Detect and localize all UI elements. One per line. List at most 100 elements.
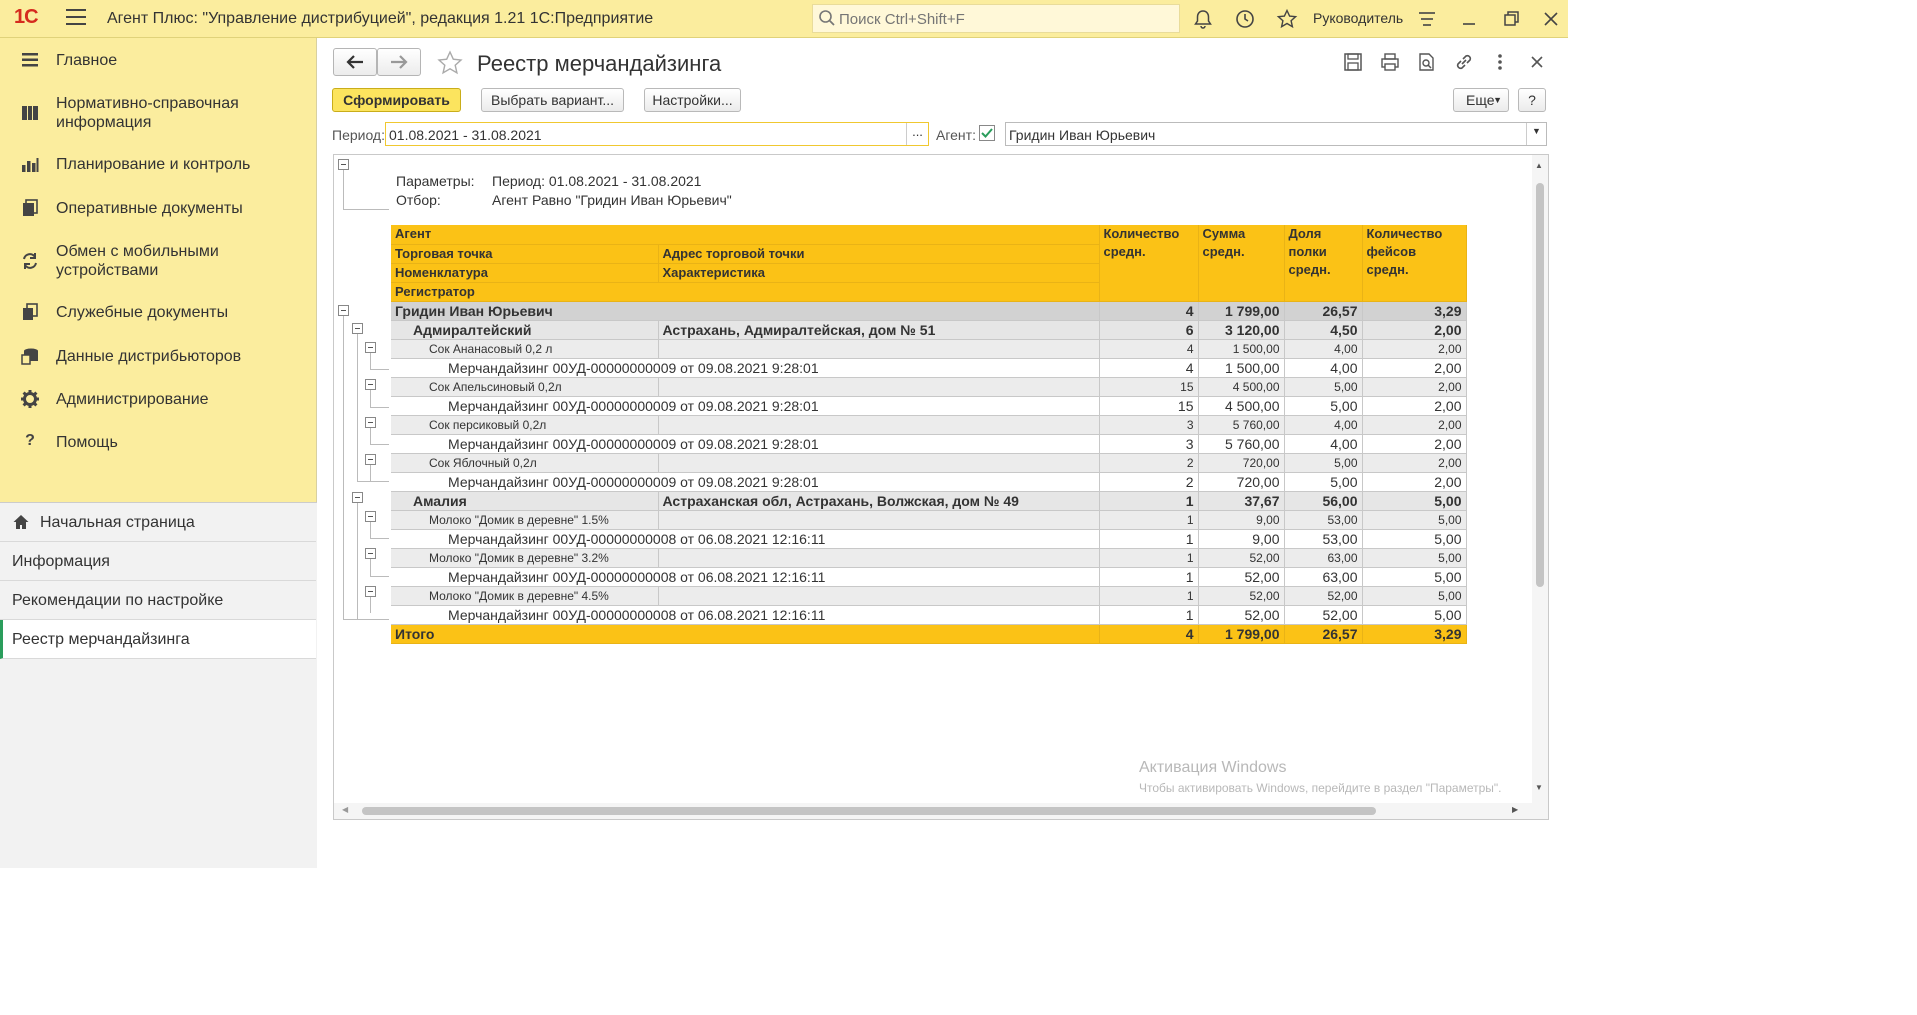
arrow-left-icon [346, 55, 363, 69]
item-group-row[interactable]: Сок Яблочный 0,2л 2 720,00 5,00 2,00 [391, 453, 1467, 473]
registrar-document-row[interactable]: Мерчандайзинг 00УД-00000000009 от 09.08.… [391, 396, 1467, 416]
header-row: Агент Количество средн. Сумма средн. Доля п… [391, 225, 1467, 302]
sidebar-item-label: Служебные документы [56, 304, 229, 321]
forward-button[interactable] [377, 48, 421, 76]
header-characteristic: Характеристика [658, 263, 1100, 283]
period-field[interactable]: 01.08.2021 - 31.08.2021 ... [385, 122, 929, 146]
sidebar-item-administration[interactable]: Администрирование [0, 387, 317, 411]
registrar-document-row[interactable]: Мерчандайзинг 00УД-00000000008 от 06.08.… [391, 605, 1467, 625]
agent-filter-checkbox[interactable] [979, 125, 995, 141]
sidebar-item-help[interactable]: ? Помощь [0, 430, 317, 454]
collapse-item-toggle[interactable] [365, 417, 376, 428]
sidebar-item-reference-info[interactable]: Нормативно-справочная информация [0, 92, 317, 134]
collapse-item-toggle[interactable] [365, 454, 376, 465]
bell-icon[interactable] [1192, 8, 1214, 30]
total-row: Итого 4 1 799,00 26,57 3,29 [391, 624, 1467, 644]
settings-button[interactable]: Настройки... [644, 88, 741, 112]
collapse-params-toggle[interactable] [338, 159, 349, 170]
scroll-up-icon[interactable]: ▲ [1535, 161, 1543, 170]
collapse-item-toggle[interactable] [365, 379, 376, 390]
report-area[interactable]: Параметры: Период: 01.08.2021 - 31.08.20… [333, 154, 1549, 820]
header-qty: Количество средн. [1099, 225, 1199, 302]
collapse-item-toggle[interactable] [365, 342, 376, 353]
collapse-item-toggle[interactable] [365, 511, 376, 522]
more-vertical-icon[interactable] [1492, 52, 1508, 72]
collapse-outlet-toggle[interactable] [352, 323, 363, 334]
sidebar-item-mobile-exchange[interactable]: Обмен с мобильными устройствами [0, 240, 317, 282]
agent-value: Гридин Иван Юрьевич [1009, 127, 1156, 143]
scroll-right-icon[interactable]: ▶ [1512, 805, 1518, 814]
registrar-document-row[interactable]: Мерчандайзинг 00УД-00000000008 от 06.08.… [391, 529, 1467, 549]
vertical-scrollbar[interactable]: ▲ ▼ [1532, 155, 1548, 803]
outlet-group-row[interactable]: Адмиралтейский Астрахань, Адмиралтейская… [391, 320, 1467, 340]
print-icon[interactable] [1380, 52, 1400, 72]
favorite-star-icon[interactable] [436, 49, 464, 77]
more-button[interactable]: Еще ▼ [1453, 88, 1509, 112]
generate-button[interactable]: Сформировать [332, 88, 461, 112]
horizontal-scrollbar[interactable]: ◀ ▶ [334, 803, 1548, 819]
sidebar-item-service-docs[interactable]: Служебные документы [0, 300, 317, 324]
help-button[interactable]: ? [1518, 88, 1546, 112]
registrar-document-row[interactable]: Мерчандайзинг 00УД-00000000009 от 09.08.… [391, 434, 1467, 454]
main-menu-icon[interactable] [66, 9, 86, 27]
header-outlet-address: Адрес торговой точки [658, 244, 1100, 264]
window-label: Информация [12, 553, 110, 570]
sidebar-item-operational-docs[interactable]: Оперативные документы [0, 196, 317, 220]
header-facings: Количество фейсов средн. [1362, 225, 1467, 302]
link-icon[interactable] [1454, 52, 1474, 72]
outlet-group-row[interactable]: Амалия Астраханская обл, Астрахань, Волж… [391, 491, 1467, 511]
window-merchandising-registry[interactable]: Реестр мерчандайзинга [0, 620, 316, 659]
settings-lines-icon[interactable] [1416, 8, 1438, 30]
favorites-star-icon[interactable] [1276, 8, 1298, 30]
item-group-row[interactable]: Молоко "Домик в деревне" 3.2% 1 52,00 63… [391, 548, 1467, 568]
horizontal-scroll-thumb[interactable] [362, 807, 1376, 815]
print-preview-icon[interactable] [1417, 52, 1437, 72]
window-information[interactable]: Информация [0, 542, 316, 581]
sidebar-item-label: Главное [56, 52, 118, 69]
history-icon[interactable] [1234, 8, 1256, 30]
period-select-button[interactable]: ... [906, 123, 928, 145]
minimize-icon[interactable] [1458, 8, 1480, 30]
item-group-row[interactable]: Молоко "Домик в деревне" 4.5% 1 52,00 52… [391, 586, 1467, 606]
item-group-row[interactable]: Сок Апельсиновый 0,2л 15 4 500,00 5,00 2… [391, 377, 1467, 397]
restore-window-icon[interactable] [1500, 8, 1522, 30]
close-icon[interactable] [1529, 54, 1545, 70]
sidebar-item-distributor-data[interactable]: Данные дистрибьюторов [0, 344, 317, 368]
scroll-down-icon[interactable]: ▼ [1535, 783, 1543, 792]
registrar-document-row[interactable]: Мерчандайзинг 00УД-00000000009 от 09.08.… [391, 358, 1467, 378]
registrar-document-row[interactable]: Мерчандайзинг 00УД-00000000009 от 09.08.… [391, 472, 1467, 492]
database-icon [21, 348, 38, 365]
scroll-left-icon[interactable]: ◀ [342, 805, 348, 814]
agent-dropdown-button[interactable]: ▼ [1526, 123, 1546, 145]
collapse-item-toggle[interactable] [365, 586, 376, 597]
current-user[interactable]: Руководитель [1313, 10, 1403, 26]
sidebar-item-planning[interactable]: Планирование и контроль [0, 152, 317, 176]
item-group-row[interactable]: Сок Ананасовый 0,2 л 4 1 500,00 4,00 2,0… [391, 339, 1467, 359]
save-icon[interactable] [1343, 52, 1363, 72]
global-search[interactable] [812, 4, 1180, 33]
sync-icon [23, 253, 37, 269]
close-window-icon[interactable] [1540, 8, 1562, 30]
vertical-scroll-thumb[interactable] [1536, 183, 1544, 587]
collapse-item-toggle[interactable] [365, 548, 376, 559]
item-group-row[interactable]: Молоко "Домик в деревне" 1.5% 1 9,00 53,… [391, 510, 1467, 530]
collapse-agent-toggle[interactable] [338, 305, 349, 316]
window-home-page[interactable]: Начальная страница [0, 503, 316, 542]
back-button[interactable] [333, 48, 377, 76]
hamburger-list-icon [22, 53, 38, 67]
window-label: Начальная страница [40, 514, 195, 531]
sidebar-item-main[interactable]: Главное [0, 48, 317, 72]
params-value: Период: 01.08.2021 - 31.08.2021 [492, 173, 702, 189]
collapse-outlet-toggle[interactable] [352, 492, 363, 503]
window-setup-recommendations[interactable]: Рекомендации по настройке [0, 581, 316, 620]
main-content: Реестр мерчандайзинга Сформировать Выбра… [318, 38, 1568, 830]
search-input[interactable] [839, 9, 1169, 29]
bar-chart-icon [22, 158, 39, 172]
registrar-document-row[interactable]: Мерчандайзинг 00УД-00000000008 от 06.08.… [391, 567, 1467, 587]
chevron-down-icon: ▼ [1532, 126, 1541, 136]
header-registrar: Регистратор [391, 282, 1100, 302]
agent-group-row[interactable]: Гридин Иван Юрьевич 4 1 799,00 26,57 3,2… [391, 301, 1467, 321]
item-group-row[interactable]: Сок персиковый 0,2л 3 5 760,00 4,00 2,00 [391, 415, 1467, 435]
agent-field[interactable]: Гридин Иван Юрьевич ▼ [1005, 122, 1547, 146]
choose-variant-button[interactable]: Выбрать вариант... [481, 88, 624, 112]
